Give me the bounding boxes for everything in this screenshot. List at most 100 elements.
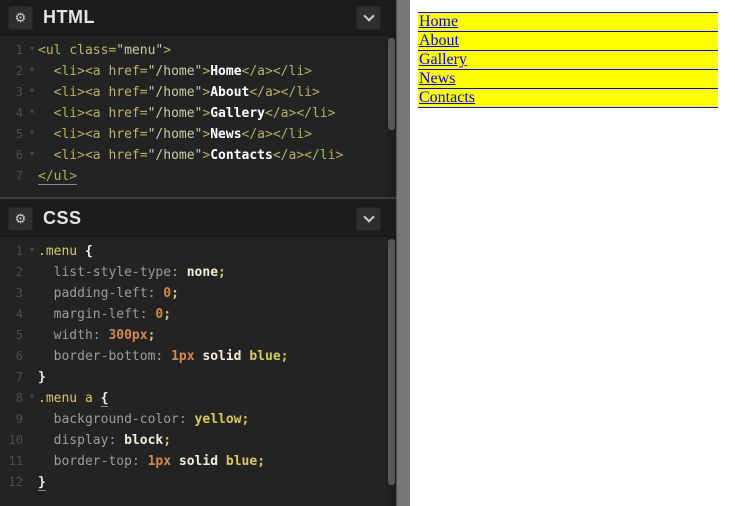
code-text: .menu a { [38, 388, 108, 409]
line-number: 10 [0, 430, 26, 451]
code-text: list-style-type: none; [38, 262, 226, 283]
code-line: 3 padding-left: 0; [0, 283, 396, 304]
gear-icon: ⚙ [15, 212, 27, 225]
code-line: 1*.menu { [0, 241, 396, 262]
line-number: 11 [0, 451, 26, 472]
code-line: 6 border-bottom: 1px solid blue; [0, 346, 396, 367]
menu-item: News [418, 69, 718, 88]
fold-marker-icon[interactable]: * [26, 241, 38, 262]
editor-column: ⚙ HTML 1*<ul class="menu">2* <li><a href… [0, 0, 396, 506]
line-number: 5 [0, 124, 26, 145]
code-text: <li><a href="/home">Home</a></li> [38, 61, 312, 82]
code-line: 8*.menu a { [0, 388, 396, 409]
code-line: 12} [0, 472, 396, 493]
fold-gutter [26, 451, 38, 472]
fold-marker-icon[interactable]: * [26, 145, 38, 166]
code-text: <ul class="menu"> [38, 40, 171, 61]
line-number: 12 [0, 472, 26, 493]
html-settings-button[interactable]: ⚙ [8, 6, 33, 30]
fold-gutter [26, 472, 38, 493]
line-number: 4 [0, 304, 26, 325]
code-line: 4 margin-left: 0; [0, 304, 396, 325]
menu-item: Gallery [418, 50, 718, 69]
css-collapse-button[interactable] [356, 207, 381, 231]
fold-gutter [26, 430, 38, 451]
menu-item: About [418, 31, 718, 50]
chevron-down-icon [363, 211, 374, 222]
code-line: 3* <li><a href="/home">About</a></li> [0, 82, 396, 103]
css-settings-button[interactable]: ⚙ [8, 207, 33, 231]
code-text: border-bottom: 1px solid blue; [38, 346, 288, 367]
code-text: display: block; [38, 430, 171, 451]
html-code-editor[interactable]: 1*<ul class="menu">2* <li><a href="/home… [0, 36, 396, 197]
html-panel-title: HTML [43, 7, 95, 28]
css-code-editor[interactable]: 1*.menu {2 list-style-type: none;3 paddi… [0, 237, 396, 506]
code-text: } [38, 367, 46, 388]
line-number: 5 [0, 325, 26, 346]
fold-marker-icon[interactable]: * [26, 82, 38, 103]
line-number: 1 [0, 241, 26, 262]
css-scrollbar-thumb[interactable] [388, 239, 395, 485]
code-line: 9 background-color: yellow; [0, 409, 396, 430]
gear-icon: ⚙ [15, 11, 27, 24]
code-line: 2* <li><a href="/home">Home</a></li> [0, 61, 396, 82]
line-number: 4 [0, 103, 26, 124]
code-line: 2 list-style-type: none; [0, 262, 396, 283]
code-line: 4* <li><a href="/home">Gallery</a></li> [0, 103, 396, 124]
line-number: 1 [0, 40, 26, 61]
code-line: 1*<ul class="menu"> [0, 40, 396, 61]
fiddle-app: ⚙ HTML 1*<ul class="menu">2* <li><a href… [0, 0, 735, 506]
menu-link[interactable]: Home [418, 12, 718, 31]
chevron-down-icon [363, 10, 374, 21]
line-number: 3 [0, 283, 26, 304]
css-panel-title: CSS [43, 208, 82, 229]
code-line: 10 display: block; [0, 430, 396, 451]
code-text: <li><a href="/home">Contacts</a></li> [38, 145, 343, 166]
code-line: 7 </ul> [0, 166, 396, 187]
line-number: 6 [0, 145, 26, 166]
html-panel: ⚙ HTML 1*<ul class="menu">2* <li><a href… [0, 0, 396, 197]
code-text: border-top: 1px solid blue; [38, 451, 265, 472]
code-text: <li><a href="/home">About</a></li> [38, 82, 320, 103]
menu-link[interactable]: About [418, 31, 718, 50]
menu-link[interactable]: Contacts [418, 88, 718, 107]
code-text: } [38, 472, 46, 493]
line-number: 8 [0, 388, 26, 409]
result-preview-pane: HomeAboutGalleryNewsContacts [410, 0, 735, 506]
fold-marker-icon[interactable]: * [26, 103, 38, 124]
css-panel-header: ⚙ CSS [0, 201, 396, 237]
fold-gutter [26, 367, 38, 388]
line-number: 2 [0, 61, 26, 82]
fold-marker-icon[interactable]: * [26, 40, 38, 61]
menu-link[interactable]: News [418, 69, 718, 88]
line-number: 9 [0, 409, 26, 430]
fold-marker-icon[interactable]: * [26, 388, 38, 409]
menu-item: Home [418, 12, 718, 31]
code-line: 6* <li><a href="/home">Contacts</a></li> [0, 145, 396, 166]
fold-gutter [26, 409, 38, 430]
code-line: 5 width: 300px; [0, 325, 396, 346]
line-number: 6 [0, 346, 26, 367]
html-scrollbar[interactable] [387, 36, 396, 197]
menu-link[interactable]: Gallery [418, 50, 718, 69]
line-number: 3 [0, 82, 26, 103]
fold-gutter [26, 325, 38, 346]
code-text: <li><a href="/home">Gallery</a></li> [38, 103, 335, 124]
css-scrollbar[interactable] [387, 237, 396, 506]
fold-marker-icon[interactable]: * [26, 124, 38, 145]
fold-gutter [26, 166, 38, 187]
code-text: padding-left: 0; [38, 283, 179, 304]
line-number: 2 [0, 262, 26, 283]
line-number: 7 [0, 367, 26, 388]
html-collapse-button[interactable] [356, 6, 381, 30]
fold-gutter [26, 283, 38, 304]
editor-preview-splitter[interactable] [396, 0, 410, 506]
code-text: background-color: yellow; [38, 409, 249, 430]
code-text: width: 300px; [38, 325, 155, 346]
html-scrollbar-thumb[interactable] [388, 38, 395, 130]
code-text: margin-left: 0; [38, 304, 171, 325]
code-text: </ul> [38, 166, 77, 187]
fold-gutter [26, 304, 38, 325]
fold-marker-icon[interactable]: * [26, 61, 38, 82]
line-number: 7 [0, 166, 26, 187]
